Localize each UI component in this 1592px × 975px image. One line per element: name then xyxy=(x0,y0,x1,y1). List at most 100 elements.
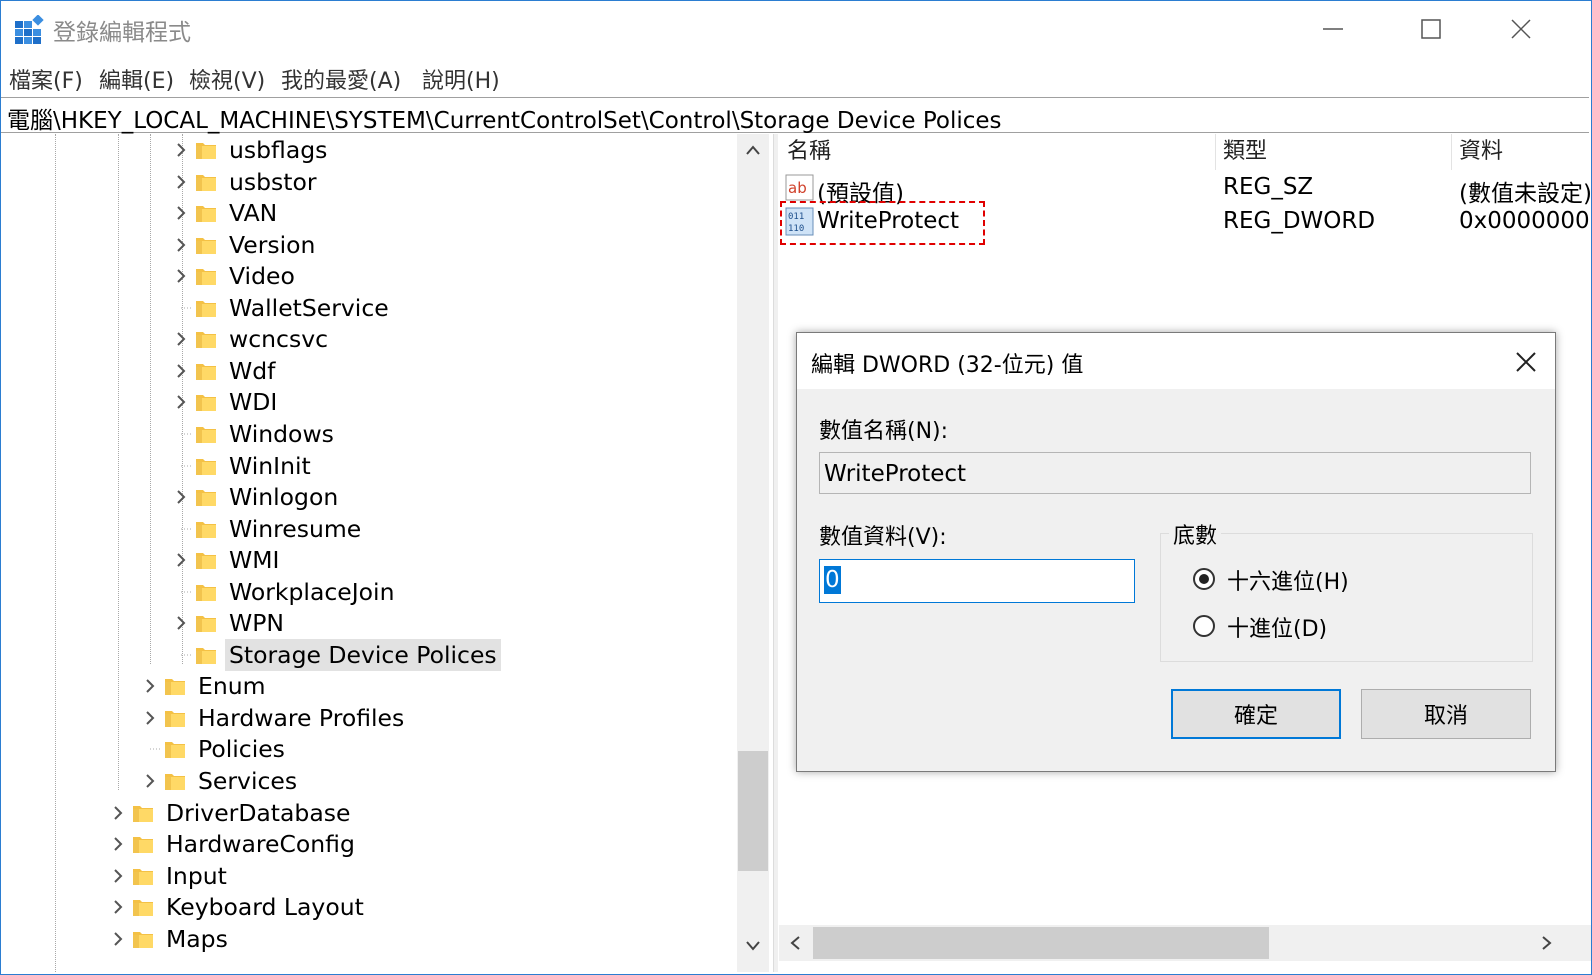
column-type[interactable]: 類型 xyxy=(1223,134,1267,170)
folder-icon xyxy=(196,269,216,286)
tree-item[interactable]: Version xyxy=(171,229,319,261)
chevron-right-icon[interactable] xyxy=(140,670,160,702)
menu-view[interactable]: 檢視(V) xyxy=(189,63,265,95)
folder-icon xyxy=(196,300,216,317)
tree-item[interactable]: Winresume xyxy=(171,513,365,545)
tree-item[interactable]: WorkplaceJoin xyxy=(171,576,398,608)
tree-item[interactable]: Winlogon xyxy=(171,481,342,513)
tree-item[interactable]: WDI xyxy=(171,386,281,418)
value-type: REG_SZ xyxy=(1223,174,1314,200)
tree-item[interactable]: Services xyxy=(140,765,301,797)
menu-edit[interactable]: 編輯(E) xyxy=(99,63,174,95)
minimize-button[interactable] xyxy=(1313,11,1353,47)
tree-item[interactable]: usbstor xyxy=(171,166,321,198)
chevron-right-icon[interactable] xyxy=(171,134,191,166)
menu-file[interactable]: 檔案(F) xyxy=(9,63,83,95)
column-data[interactable]: 資料 xyxy=(1459,134,1503,170)
tree-guide xyxy=(55,134,56,972)
chevron-right-icon[interactable] xyxy=(171,323,191,355)
column-divider[interactable] xyxy=(1215,134,1216,170)
tree-item[interactable]: wcncsvc xyxy=(171,323,332,355)
menu-help[interactable]: 說明(H) xyxy=(422,63,500,95)
maximize-button[interactable] xyxy=(1411,11,1451,47)
tree-item-label: wcncsvc xyxy=(229,325,329,354)
chevron-right-icon[interactable] xyxy=(108,797,128,829)
tree-item-label: Maps xyxy=(166,924,228,953)
address-bar[interactable]: 電腦\HKEY_LOCAL_MACHINE\SYSTEM\CurrentCont… xyxy=(1,97,1589,134)
tree-item[interactable]: Wdf xyxy=(171,355,279,387)
tree-connector xyxy=(171,418,191,450)
column-name[interactable]: 名稱 xyxy=(787,134,831,170)
tree-item[interactable]: WalletService xyxy=(171,292,393,324)
tree-item[interactable]: DriverDatabase xyxy=(108,797,354,829)
list-horizontal-scrollbar[interactable] xyxy=(779,925,1591,961)
tree-item[interactable]: Windows xyxy=(171,418,338,450)
chevron-right-icon[interactable] xyxy=(171,386,191,418)
pane-splitter[interactable] xyxy=(773,134,778,972)
tree-connector xyxy=(171,450,191,482)
chevron-right-icon[interactable] xyxy=(171,229,191,261)
string-value-icon: ab xyxy=(785,174,814,201)
chevron-right-icon[interactable] xyxy=(140,702,160,734)
tree-item[interactable]: Policies xyxy=(140,733,289,765)
title-bar: 登錄編輯程式 xyxy=(1,1,1591,59)
scrollbar-thumb[interactable] xyxy=(738,751,768,871)
column-divider[interactable] xyxy=(1451,134,1452,170)
chevron-right-icon[interactable] xyxy=(171,355,191,387)
folder-icon xyxy=(196,616,216,633)
dec-radio[interactable] xyxy=(1193,615,1215,637)
tree-item[interactable]: WPN xyxy=(171,607,288,639)
menu-favorites[interactable]: 我的最愛(A) xyxy=(281,63,401,95)
close-button[interactable] xyxy=(1501,11,1541,47)
tree-item[interactable]: usbflags xyxy=(171,134,331,166)
folder-icon xyxy=(196,458,216,475)
value-data-text: 0 xyxy=(824,566,841,594)
hex-radio[interactable] xyxy=(1193,568,1215,590)
value-type: REG_DWORD xyxy=(1223,208,1376,234)
chevron-right-icon[interactable] xyxy=(171,197,191,229)
hex-radio-label[interactable]: 十六進位(H) xyxy=(1227,564,1349,596)
value-data: 0x00000000 (0) xyxy=(1459,208,1591,234)
dialog-close-button[interactable] xyxy=(1509,345,1543,379)
tree-item[interactable]: Input xyxy=(108,860,231,892)
tree-item[interactable]: Maps xyxy=(108,923,232,955)
ok-button[interactable]: 確定 xyxy=(1171,689,1341,739)
chevron-right-icon[interactable] xyxy=(108,828,128,860)
scrollbar-thumb[interactable] xyxy=(813,927,1269,959)
chevron-right-icon[interactable] xyxy=(171,260,191,292)
scroll-left-icon[interactable] xyxy=(789,936,801,950)
tree-item[interactable]: Enum xyxy=(140,670,270,702)
tree-item[interactable]: Storage Device Polices xyxy=(171,638,501,671)
value-data: (數值未設定) xyxy=(1459,181,1591,207)
chevron-right-icon[interactable] xyxy=(108,891,128,923)
tree-item[interactable]: Keyboard Layout xyxy=(108,891,368,923)
chevron-right-icon[interactable] xyxy=(108,860,128,892)
folder-icon xyxy=(196,206,216,223)
tree-scrollbar[interactable] xyxy=(737,134,769,972)
folder-icon xyxy=(133,837,153,854)
folder-icon xyxy=(133,900,153,917)
tree-item[interactable]: HardwareConfig xyxy=(108,828,359,860)
window-title: 登錄編輯程式 xyxy=(53,20,191,46)
tree-item[interactable]: VAN xyxy=(171,197,281,229)
tree-item[interactable]: Hardware Profiles xyxy=(140,702,408,734)
dec-radio-label[interactable]: 十進位(D) xyxy=(1227,611,1327,643)
value-data-input[interactable]: 0 xyxy=(819,559,1135,603)
chevron-right-icon[interactable] xyxy=(171,481,191,513)
tree-item[interactable]: WMI xyxy=(171,544,283,576)
chevron-right-icon[interactable] xyxy=(140,765,160,797)
scroll-down-icon[interactable] xyxy=(745,940,761,952)
tree-item-label: Policies xyxy=(198,735,285,764)
chevron-right-icon[interactable] xyxy=(108,923,128,955)
scroll-up-icon[interactable] xyxy=(745,144,761,156)
cancel-button[interactable]: 取消 xyxy=(1361,689,1531,739)
scroll-right-icon[interactable] xyxy=(1541,936,1553,950)
maximize-icon xyxy=(1421,19,1441,39)
tree-item[interactable]: Video xyxy=(171,260,299,292)
tree-item-label: DriverDatabase xyxy=(166,798,351,827)
folder-icon xyxy=(196,174,216,191)
chevron-right-icon[interactable] xyxy=(171,166,191,198)
chevron-right-icon[interactable] xyxy=(171,544,191,576)
tree-item[interactable]: WinInit xyxy=(171,450,315,482)
chevron-right-icon[interactable] xyxy=(171,607,191,639)
